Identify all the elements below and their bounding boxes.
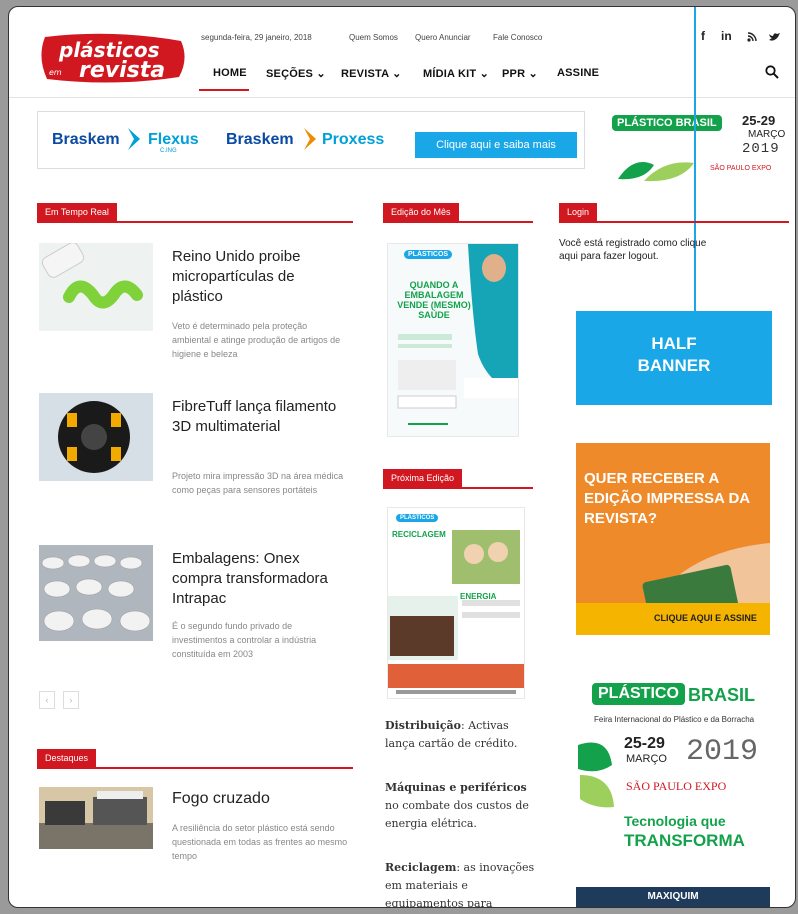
maxiquim-ad[interactable]: MAXIQUIM: [576, 887, 770, 907]
prev-page-button[interactable]: ‹: [39, 691, 55, 709]
flexus-logo: Flexus: [148, 131, 199, 148]
chevron-down-icon: ⌄: [316, 68, 326, 80]
top-link-quero-anunciar[interactable]: Quero Anunciar: [415, 33, 471, 42]
nav-active-indicator: [199, 89, 249, 91]
side-item[interactable]: Máquinas e periféricos no combate dos cu…: [385, 779, 535, 833]
twitter-icon[interactable]: [769, 31, 781, 45]
section-tab-realtime: Em Tempo Real: [37, 203, 117, 221]
section-underline: [383, 487, 533, 489]
chevron-down-icon: ⌄: [392, 68, 402, 80]
next-edition-cover[interactable]: PLÁSTICOS RECICLAGEM ENERGIA: [387, 507, 525, 699]
nav-midia-kit[interactable]: MÍDIA KIT ⌄: [423, 67, 489, 80]
login-status-text[interactable]: Você está registrado como clique aqui pa…: [559, 237, 709, 263]
braskem-logo-1: Braskem: [52, 131, 120, 148]
chevron-down-icon: ⌄: [528, 68, 538, 80]
article-title[interactable]: Fogo cruzado: [172, 789, 342, 809]
svg-text:em: em: [49, 68, 62, 77]
facebook-icon[interactable]: f: [701, 29, 705, 43]
half-banner-ad[interactable]: HALF BANNER: [576, 311, 772, 405]
side-item[interactable]: Distribuição: Activas lança cartão de cr…: [385, 717, 535, 753]
article-excerpt: Projeto mira impressão 3D na área médica…: [172, 471, 344, 495]
nav-ppr[interactable]: PPR ⌄: [502, 67, 538, 80]
nav-secoes[interactable]: SEÇÕES ⌄: [266, 67, 326, 80]
article-excerpt: A resiliência do setor plástico está sen…: [172, 823, 348, 861]
cursor-indicator: [694, 7, 696, 313]
rss-icon[interactable]: [747, 31, 757, 45]
braskem-banner[interactable]: Braskem Flexus C.ING Braskem Proxess Cli…: [37, 111, 585, 169]
section-underline: [383, 221, 533, 223]
search-icon[interactable]: [765, 65, 779, 84]
plastico-brasil-promo-top[interactable]: PLÁSTICO BRASIL 25-29 MARÇO 2019 SÃO PAU…: [612, 111, 788, 187]
article-thumbnail[interactable]: [39, 787, 153, 849]
header-divider: [9, 97, 795, 98]
section-tab-destaques: Destaques: [37, 749, 97, 767]
section-tab-edicao: Edição do Mês: [383, 203, 459, 221]
svg-text:revista: revista: [79, 58, 165, 83]
braskem-logo-2: Braskem: [226, 131, 294, 148]
plastico-brasil-promo-side[interactable]: PLÁSTICO BRASIL Feira Internacional do P…: [576, 679, 770, 875]
article-title[interactable]: Reino Unido proibe micropartículas de pl…: [172, 247, 342, 307]
article-excerpt: É o segundo fundo privado de investiment…: [172, 621, 317, 659]
article-title[interactable]: FibreTuff lança filamento 3D multimateri…: [172, 397, 342, 437]
article-thumbnail[interactable]: [39, 242, 153, 331]
nav-revista[interactable]: REVISTA ⌄: [341, 67, 402, 80]
article-title[interactable]: Embalagens: Onex compra transformadora I…: [172, 549, 352, 609]
banner-cta-button[interactable]: Clique aqui e saiba mais: [415, 132, 577, 158]
proxess-logo: Proxess: [322, 131, 385, 148]
chevron-down-icon: ⌄: [479, 68, 490, 80]
top-link-quem-somos[interactable]: Quem Somos: [349, 33, 398, 42]
browser-frame: plásticos em revista segunda-feira, 29 j…: [8, 6, 796, 908]
section-underline: [37, 767, 353, 769]
article-thumbnail[interactable]: [39, 393, 153, 481]
braskem-swoosh-icon: [126, 126, 144, 157]
nav-assine[interactable]: ASSINE: [557, 67, 599, 79]
section-tab-login: Login: [559, 203, 598, 221]
leaf-graphic-icon: [614, 155, 704, 188]
section-underline: [37, 221, 353, 223]
magazine-cover[interactable]: PLÁSTICOS QUANDO A EMBALAGEM VENDE (MESM…: [387, 243, 519, 437]
linkedin-icon[interactable]: in: [721, 29, 732, 43]
article-thumbnail[interactable]: [39, 545, 153, 641]
side-item[interactable]: Reciclagem: as inovações em materiais e …: [385, 859, 535, 907]
section-underline: [559, 221, 789, 223]
braskem-swoosh-icon: [302, 126, 320, 157]
article-excerpt: Veto é determinado pela proteção ambient…: [172, 321, 341, 359]
date-text: segunda-feira, 29 janeiro, 2018: [201, 33, 312, 42]
leaf-graphic-icon: [578, 735, 622, 820]
next-page-button[interactable]: ›: [63, 691, 79, 709]
top-link-fale-conosco[interactable]: Fale Conosco: [493, 33, 542, 42]
nav-home[interactable]: HOME: [213, 67, 247, 79]
site-logo[interactable]: plásticos em revista: [39, 31, 187, 85]
subscribe-ad[interactable]: QUER RECEBER A EDIÇÃO IMPRESSA DA REVIST…: [576, 443, 770, 635]
section-tab-proxima: Próxima Edição: [383, 469, 463, 487]
